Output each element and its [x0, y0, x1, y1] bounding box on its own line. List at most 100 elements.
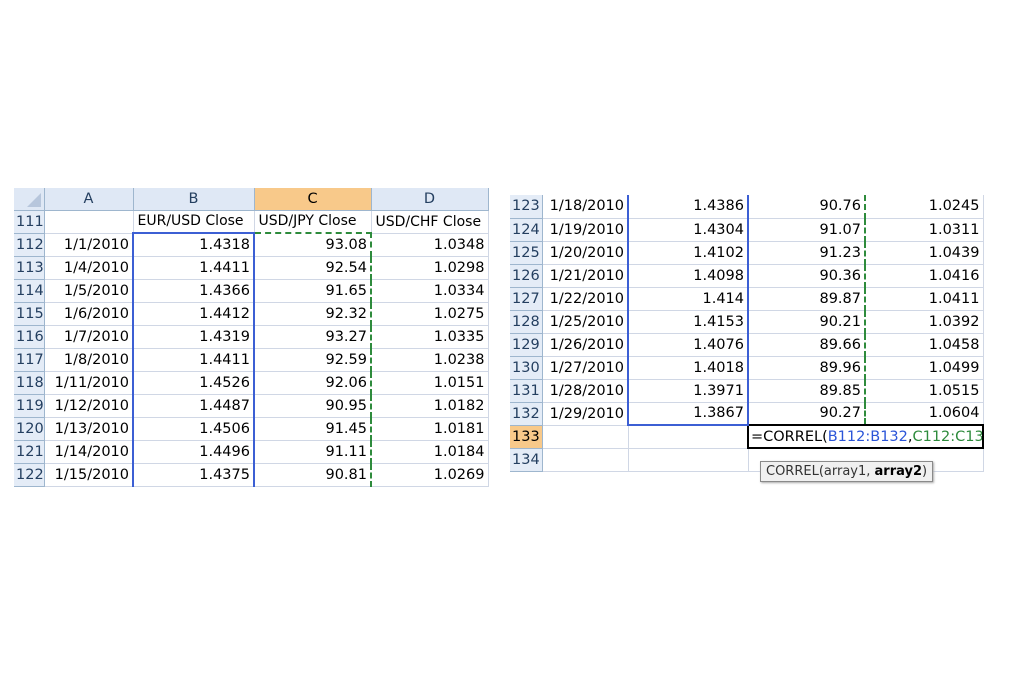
cell-date[interactable]: 1/22/2010	[542, 287, 629, 311]
cell-date[interactable]: 1/19/2010	[542, 218, 629, 242]
formula-input-cell[interactable]: =CORREL(B112:B132,C112:C132	[747, 424, 984, 449]
cell-usdchf[interactable]: 1.0238	[371, 348, 489, 372]
row-header[interactable]: 134	[510, 448, 543, 472]
cell-eurusd[interactable]: 1.4366	[132, 279, 255, 303]
cell-eurusd[interactable]: 1.4526	[132, 371, 255, 395]
cell-usdchf[interactable]: 1.0269	[371, 463, 489, 487]
cell-usdjpy[interactable]: 90.36	[748, 264, 866, 288]
cell[interactable]	[542, 425, 629, 449]
cell-usdchf[interactable]: 1.0604	[865, 402, 984, 426]
cell-eurusd[interactable]: 1.4487	[132, 394, 255, 418]
cell-usdjpy[interactable]: 93.27	[254, 325, 372, 349]
cell-usdchf[interactable]: 1.0416	[865, 264, 984, 288]
cell-eurusd[interactable]: 1.414	[627, 287, 749, 311]
cell-usdjpy[interactable]: 90.21	[748, 310, 866, 334]
cell-eurusd[interactable]: 1.4102	[627, 241, 749, 265]
cell-usdjpy[interactable]: 93.08	[254, 232, 372, 257]
row-header[interactable]: 121	[14, 440, 45, 464]
cell-usdchf[interactable]: 1.0499	[865, 356, 984, 380]
column-header-d[interactable]: D	[371, 188, 489, 211]
cell-usdjpy[interactable]: 89.85	[748, 379, 866, 403]
cell-date[interactable]: 1/11/2010	[44, 371, 134, 395]
cell-eurusd[interactable]: 1.4076	[627, 333, 749, 357]
cell-usdjpy[interactable]: 89.66	[748, 333, 866, 357]
cell-usdjpy[interactable]: 91.23	[748, 241, 866, 265]
row-header[interactable]: 124	[510, 218, 543, 242]
cell-usdjpy[interactable]: 90.76	[748, 195, 866, 219]
row-header[interactable]: 123	[510, 195, 543, 219]
cell-date[interactable]: 1/21/2010	[542, 264, 629, 288]
cell-eurusd[interactable]: 1.4496	[132, 440, 255, 464]
cell-eurusd[interactable]: 1.4412	[132, 302, 255, 326]
cell-usdjpy[interactable]: 92.06	[254, 371, 372, 395]
cell[interactable]	[628, 448, 749, 472]
row-header[interactable]: 129	[510, 333, 543, 357]
cell-usdjpy-header[interactable]: USD/JPY Close	[254, 210, 372, 234]
cell-date[interactable]: 1/5/2010	[44, 279, 134, 303]
row-header[interactable]: 118	[14, 371, 45, 395]
cell-usdchf[interactable]: 1.0184	[371, 440, 489, 464]
cell-eurusd[interactable]: 1.4018	[627, 356, 749, 380]
cell-eurusd[interactable]: 1.4318	[132, 232, 255, 257]
row-header[interactable]: 120	[14, 417, 45, 441]
row-header[interactable]: 125	[510, 241, 543, 265]
row-header[interactable]: 133	[510, 425, 543, 449]
cell-date[interactable]: 1/7/2010	[44, 325, 134, 349]
cell-date[interactable]: 1/20/2010	[542, 241, 629, 265]
cell-date[interactable]: 1/13/2010	[44, 417, 134, 441]
cell-usdchf[interactable]: 1.0334	[371, 279, 489, 303]
cell-usdjpy[interactable]: 90.81	[254, 463, 372, 487]
cell-eurusd[interactable]: 1.4319	[132, 325, 255, 349]
cell-usdchf[interactable]: 1.0151	[371, 371, 489, 395]
cell-usdchf[interactable]: 1.0439	[865, 241, 984, 265]
cell-eurusd[interactable]: 1.4386	[627, 195, 749, 219]
row-header[interactable]: 127	[510, 287, 543, 311]
function-argument-tooltip[interactable]: CORREL(array1, array2)	[760, 461, 934, 482]
cell-usdchf[interactable]: 1.0298	[371, 256, 489, 280]
row-header[interactable]: 126	[510, 264, 543, 288]
cell-date[interactable]: 1/27/2010	[542, 356, 629, 380]
cell-usdchf[interactable]: 1.0245	[865, 195, 984, 219]
cell-eurusd[interactable]: 1.4411	[132, 256, 255, 280]
cell-eurusd[interactable]: 1.4411	[132, 348, 255, 372]
cell-date[interactable]: 1/25/2010	[542, 310, 629, 334]
cell-eurusd[interactable]: 1.4375	[132, 463, 255, 487]
cell-usdchf[interactable]: 1.0181	[371, 417, 489, 441]
cell-eurusd-header[interactable]: EUR/USD Close	[133, 210, 255, 234]
row-header[interactable]: 114	[14, 279, 45, 303]
row-header[interactable]: 116	[14, 325, 45, 349]
cell-date[interactable]: 1/12/2010	[44, 394, 134, 418]
cell[interactable]	[628, 424, 749, 449]
row-header[interactable]: 113	[14, 256, 45, 280]
cell-usdjpy[interactable]: 91.11	[254, 440, 372, 464]
cell-usdchf[interactable]: 1.0411	[865, 287, 984, 311]
cell-usdchf[interactable]: 1.0515	[865, 379, 984, 403]
cell-date[interactable]: 1/26/2010	[542, 333, 629, 357]
cell-date[interactable]: 1/15/2010	[44, 463, 134, 487]
cell-date[interactable]: 1/14/2010	[44, 440, 134, 464]
column-header-c[interactable]: C	[254, 188, 372, 211]
cell-usdchf[interactable]: 1.0458	[865, 333, 984, 357]
row-header[interactable]: 128	[510, 310, 543, 334]
row-header[interactable]: 115	[14, 302, 45, 326]
cell-usdjpy[interactable]: 91.07	[748, 218, 866, 242]
cell-usdchf[interactable]: 1.0335	[371, 325, 489, 349]
cell-date[interactable]: 1/8/2010	[44, 348, 134, 372]
row-header[interactable]: 119	[14, 394, 45, 418]
formula-range-1[interactable]: B112:B132	[828, 429, 908, 445]
cell-usdjpy[interactable]: 92.59	[254, 348, 372, 372]
cell-eurusd[interactable]: 1.3867	[627, 402, 749, 426]
cell-usdchf[interactable]: 1.0348	[371, 233, 489, 257]
row-header[interactable]: 132	[510, 402, 543, 426]
cell-usdchf[interactable]: 1.0275	[371, 302, 489, 326]
row-header[interactable]: 111	[14, 210, 45, 234]
cell-usdjpy[interactable]: 89.96	[748, 356, 866, 380]
select-all-corner[interactable]	[14, 188, 45, 211]
cell-usdjpy[interactable]: 92.32	[254, 302, 372, 326]
cell-date[interactable]: 1/1/2010	[44, 233, 134, 257]
row-header[interactable]: 117	[14, 348, 45, 372]
row-header[interactable]: 122	[14, 463, 45, 487]
cell[interactable]	[542, 448, 629, 472]
cell-date[interactable]: 1/4/2010	[44, 256, 134, 280]
cell-usdchf-header[interactable]: USD/CHF Close	[371, 210, 489, 234]
